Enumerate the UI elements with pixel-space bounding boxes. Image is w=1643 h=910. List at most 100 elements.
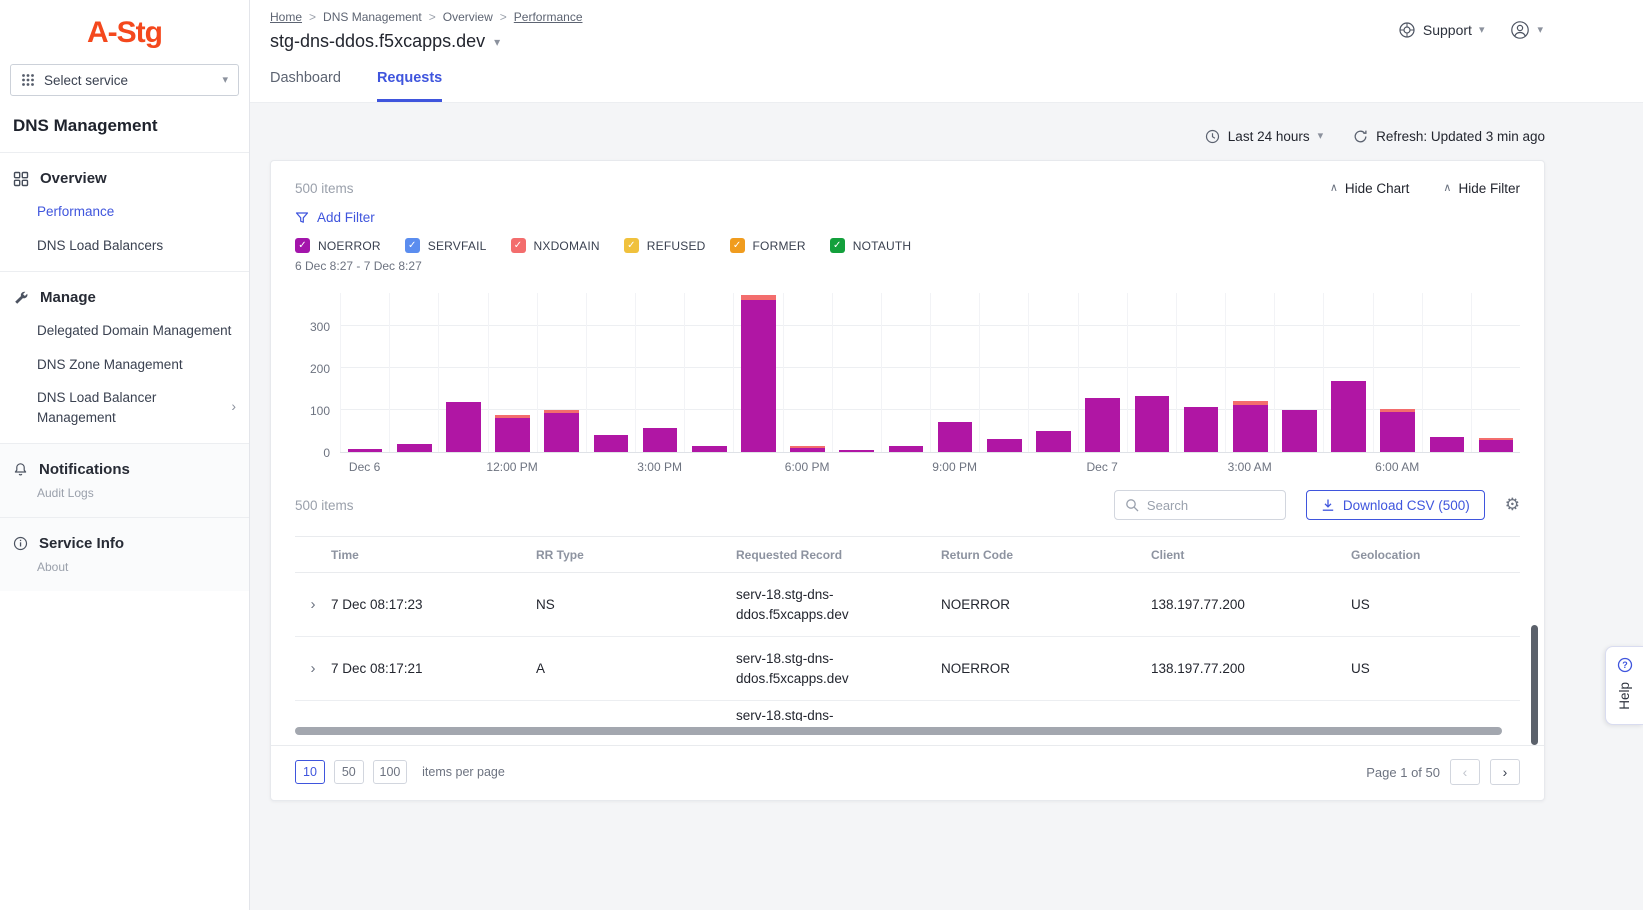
chart-bar[interactable] bbox=[684, 293, 733, 452]
chart-bar[interactable] bbox=[1373, 293, 1422, 452]
search-box[interactable] bbox=[1114, 490, 1286, 520]
sidebar-item-manage[interactable]: Manage bbox=[0, 281, 249, 314]
nav-section-notifications: Notifications Audit Logs bbox=[0, 443, 249, 517]
sidebar-item-service-info[interactable]: Service Info bbox=[0, 527, 249, 560]
expand-row-icon[interactable]: › bbox=[311, 596, 316, 613]
sidebar-item-notifications[interactable]: Notifications bbox=[0, 453, 249, 486]
chart-bar[interactable] bbox=[733, 293, 782, 452]
tab-requests[interactable]: Requests bbox=[377, 70, 442, 102]
legend-item-refused[interactable]: ✓REFUSED bbox=[624, 238, 706, 253]
chart-bar[interactable] bbox=[1078, 293, 1127, 452]
x-tick-label: Dec 7 bbox=[1078, 460, 1127, 476]
title-chevron-down-icon[interactable]: ▾ bbox=[494, 36, 500, 48]
chart-bar[interactable] bbox=[537, 293, 586, 452]
column-header-return-code[interactable]: Return Code bbox=[941, 548, 1151, 562]
chart-bar[interactable] bbox=[1127, 293, 1176, 452]
legend-item-servfail[interactable]: ✓ SERVFAIL bbox=[405, 238, 487, 253]
service-selector[interactable]: Select service ▾ bbox=[10, 64, 239, 96]
sidebar-item-performance[interactable]: Performance bbox=[0, 195, 249, 229]
page-size-50-button[interactable]: 50 bbox=[334, 760, 364, 784]
checkbox-nxdomain[interactable]: ✓ bbox=[511, 238, 526, 253]
chart-bar[interactable] bbox=[389, 293, 438, 452]
wrench-icon bbox=[13, 290, 29, 306]
chart-bar[interactable] bbox=[586, 293, 635, 452]
x-tick-label bbox=[733, 460, 782, 476]
chart-bar[interactable] bbox=[832, 293, 881, 452]
column-header-rr-type[interactable]: RR Type bbox=[536, 548, 736, 562]
prev-page-button[interactable]: ‹ bbox=[1450, 759, 1480, 785]
chevron-down-icon: ▾ bbox=[1537, 25, 1543, 36]
y-tick-label: 200 bbox=[310, 362, 330, 376]
legend-item-former[interactable]: ✓FORMER bbox=[730, 238, 806, 253]
vertical-scrollbar-thumb[interactable] bbox=[1531, 625, 1538, 745]
checkbox-former[interactable]: ✓ bbox=[730, 238, 745, 253]
sidebar-item-dns-load-balancer-management[interactable]: DNS Load Balancer Management › bbox=[0, 381, 249, 434]
nav-section-service-info: Service Info About bbox=[0, 517, 249, 591]
sidebar-item-overview[interactable]: Overview bbox=[0, 162, 249, 195]
column-header-geolocation[interactable]: Geolocation bbox=[1351, 548, 1520, 562]
x-tick-label: 9:00 PM bbox=[930, 460, 979, 476]
chart-bar[interactable] bbox=[930, 293, 979, 452]
help-tab[interactable]: ? Help bbox=[1605, 646, 1643, 725]
download-icon bbox=[1321, 498, 1335, 512]
support-label: Support bbox=[1423, 22, 1472, 38]
gear-icon[interactable]: ⚙ bbox=[1505, 495, 1520, 515]
column-header-time[interactable]: Time bbox=[331, 548, 536, 562]
account-menu[interactable]: ▾ bbox=[1510, 20, 1543, 40]
search-input[interactable] bbox=[1147, 498, 1275, 513]
page-size-100-button[interactable]: 100 bbox=[373, 760, 408, 784]
chart-bar[interactable] bbox=[438, 293, 487, 452]
breadcrumb-performance[interactable]: Performance bbox=[514, 10, 583, 24]
chart-bar[interactable] bbox=[1028, 293, 1077, 452]
legend-item-nxdomain[interactable]: ✓NXDOMAIN bbox=[511, 238, 600, 253]
page-size-10-button[interactable]: 10 bbox=[295, 760, 325, 784]
refresh-button[interactable]: Refresh: Updated 3 min ago bbox=[1353, 129, 1545, 144]
breadcrumb-home[interactable]: Home bbox=[270, 10, 302, 24]
chart-bar[interactable] bbox=[881, 293, 930, 452]
chart-bar[interactable] bbox=[488, 293, 537, 452]
sidebar-item-delegated-domain-management[interactable]: Delegated Domain Management bbox=[0, 314, 249, 348]
hide-filter-toggle[interactable]: ∧ Hide Filter bbox=[1443, 181, 1520, 196]
column-header-client[interactable]: Client bbox=[1151, 548, 1351, 562]
nav-head-label: Overview bbox=[40, 170, 107, 187]
legend-label: SERVFAIL bbox=[428, 239, 487, 253]
chart-bar[interactable] bbox=[1176, 293, 1225, 452]
legend-item-noerror[interactable]: ✓NOERROR bbox=[295, 238, 381, 253]
breadcrumb: Home > DNS Management > Overview > Perfo… bbox=[270, 10, 583, 24]
checkbox-notauth[interactable]: ✓ bbox=[830, 238, 845, 253]
legend-item-notauth[interactable]: ✓NOTAUTH bbox=[830, 238, 912, 253]
hide-chart-toggle[interactable]: ∧ Hide Chart bbox=[1330, 181, 1410, 196]
chart-bar[interactable] bbox=[783, 293, 832, 452]
chart-bar[interactable] bbox=[1225, 293, 1274, 452]
checkbox-noerror[interactable]: ✓ bbox=[295, 238, 310, 253]
y-tick-label: 100 bbox=[310, 404, 330, 418]
chart-bar[interactable] bbox=[635, 293, 684, 452]
checkbox-servfail[interactable]: ✓ bbox=[405, 238, 420, 253]
chart-bar[interactable] bbox=[1471, 293, 1520, 452]
chart-bar[interactable] bbox=[979, 293, 1028, 452]
cell-return-code: NOERROR bbox=[941, 597, 1151, 612]
sidebar-item-dns-load-balancers[interactable]: DNS Load Balancers bbox=[0, 229, 249, 263]
main-area: Home > DNS Management > Overview > Perfo… bbox=[250, 0, 1643, 910]
cell-time: 7 Dec 08:17:23 bbox=[331, 597, 536, 612]
add-filter-button[interactable]: Add Filter bbox=[295, 210, 375, 225]
time-range-select[interactable]: Last 24 hours ▾ bbox=[1205, 129, 1323, 144]
expand-row-icon[interactable]: › bbox=[311, 660, 316, 677]
sidebar-item-dns-zone-management[interactable]: DNS Zone Management bbox=[0, 348, 249, 382]
x-tick-label: 3:00 AM bbox=[1225, 460, 1274, 476]
sidebar-item-audit-logs[interactable]: Audit Logs bbox=[0, 486, 249, 508]
download-csv-button[interactable]: Download CSV (500) bbox=[1306, 490, 1485, 520]
chevron-down-icon: ▾ bbox=[222, 75, 228, 86]
checkbox-refused[interactable]: ✓ bbox=[624, 238, 639, 253]
horizontal-scrollbar-thumb[interactable] bbox=[295, 727, 1502, 735]
support-menu[interactable]: Support ▾ bbox=[1398, 21, 1485, 39]
column-header-requested-record[interactable]: Requested Record bbox=[736, 548, 941, 562]
horizontal-scrollbar[interactable] bbox=[295, 727, 1520, 735]
chart-bar[interactable] bbox=[340, 293, 389, 452]
sidebar-item-about[interactable]: About bbox=[0, 560, 249, 582]
next-page-button[interactable]: › bbox=[1490, 759, 1520, 785]
tab-dashboard[interactable]: Dashboard bbox=[270, 70, 341, 102]
chart-bar[interactable] bbox=[1274, 293, 1323, 452]
chart-bar[interactable] bbox=[1422, 293, 1471, 452]
chart-bar[interactable] bbox=[1323, 293, 1372, 452]
